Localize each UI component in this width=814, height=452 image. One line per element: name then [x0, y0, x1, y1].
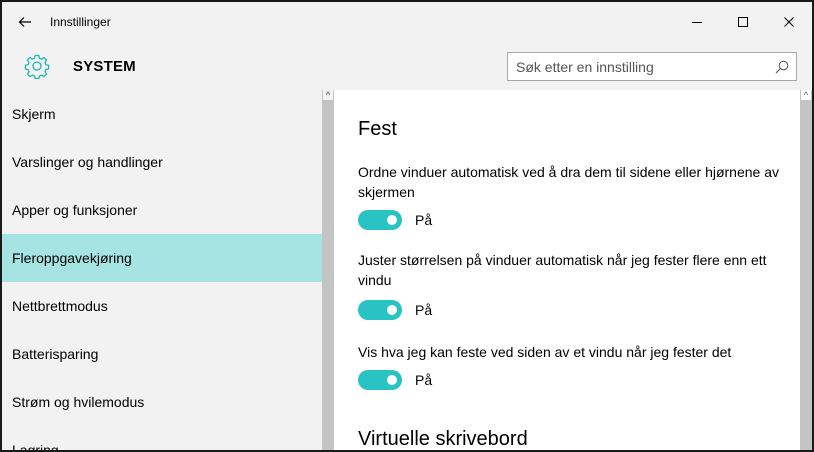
- setting-description: Ordne vinduer automatisk ved å dra dem t…: [358, 164, 779, 200]
- scroll-up-icon[interactable]: ^: [323, 90, 333, 100]
- caption-buttons: [674, 2, 812, 42]
- toggle-state-label: På: [415, 302, 433, 318]
- sidebar-item-label: Varslinger og handlinger: [12, 154, 163, 170]
- toggle-knob: [387, 375, 397, 385]
- sidebar-item-lagring[interactable]: Lagring: [2, 426, 322, 452]
- sidebar-item-label: Lagring: [12, 442, 59, 452]
- main-content: Fest Ordne vinduer automatisk ved å dra …: [334, 90, 800, 450]
- minimize-icon: [692, 22, 702, 23]
- setting-description: Vis hva jeg kan feste ved siden av et vi…: [358, 344, 732, 360]
- toggle-switch[interactable]: [358, 210, 402, 230]
- sidebar-item-label: Fleroppgavekjøring: [12, 250, 132, 266]
- toggle-knob: [387, 305, 397, 315]
- toggle-state-label: På: [415, 372, 433, 388]
- toggle-switch[interactable]: [358, 370, 402, 390]
- back-arrow-icon: [18, 17, 31, 27]
- sidebar-item-skjerm[interactable]: Skjerm: [2, 90, 322, 138]
- sidebar: Skjerm Varslinger og handlinger Apper og…: [2, 90, 322, 452]
- sidebar-item-label: Nettbrettmodus: [12, 298, 108, 314]
- back-button[interactable]: [2, 2, 48, 42]
- sidebar-item-label: Skjerm: [12, 106, 56, 122]
- toggle-switch[interactable]: [358, 300, 402, 320]
- section-title-fest: Fest: [358, 118, 397, 140]
- sidebar-item-apper[interactable]: Apper og funksjoner: [2, 186, 322, 234]
- page-title: SYSTEM: [73, 58, 136, 75]
- gear-icon: [24, 54, 50, 79]
- sidebar-item-varslinger[interactable]: Varslinger og handlinger: [2, 138, 322, 186]
- toggle-row-snap-resize: På: [358, 300, 432, 320]
- maximize-icon: [738, 17, 748, 27]
- settings-window: Innstillinger SYSTEM Søk etter en innsti…: [0, 0, 814, 452]
- page-header: SYSTEM Søk etter en innstilling: [2, 42, 812, 90]
- search-input[interactable]: Søk etter en innstilling: [516, 59, 768, 75]
- minimize-button[interactable]: [674, 2, 720, 42]
- search-icon: [775, 60, 789, 73]
- sidebar-item-batterisparing[interactable]: Batterisparing: [2, 330, 322, 378]
- sidebar-item-label: Strøm og hvilemodus: [12, 394, 145, 410]
- sidebar-item-label: Batterisparing: [12, 346, 99, 362]
- setting-description: Juster størrelsen på vinduer automatisk …: [358, 252, 767, 288]
- window-title: Innstillinger: [50, 15, 111, 29]
- main-scrollbar[interactable]: ^: [800, 90, 812, 450]
- search-box[interactable]: Søk etter en innstilling: [507, 52, 797, 81]
- toggle-state-label: På: [415, 212, 433, 228]
- title-bar: Innstillinger: [2, 2, 812, 42]
- close-button[interactable]: [766, 2, 812, 42]
- toggle-row-snap-assist: På: [358, 370, 432, 390]
- sidebar-item-fleroppgavekjoring[interactable]: Fleroppgavekjøring: [2, 234, 322, 282]
- sidebar-scrollbar[interactable]: ^: [322, 90, 334, 450]
- toggle-knob: [387, 215, 397, 225]
- close-icon: [784, 17, 794, 27]
- maximize-button[interactable]: [720, 2, 766, 42]
- toggle-row-snap-arrange: På: [358, 210, 432, 230]
- sidebar-item-strom[interactable]: Strøm og hvilemodus: [2, 378, 322, 426]
- sidebar-item-label: Apper og funksjoner: [12, 202, 138, 218]
- scroll-up-icon[interactable]: ^: [801, 90, 811, 100]
- search-button[interactable]: [768, 53, 796, 80]
- section-title-virtual-desktops: Virtuelle skrivebord: [358, 428, 528, 450]
- sidebar-item-nettbrettmodus[interactable]: Nettbrettmodus: [2, 282, 322, 330]
